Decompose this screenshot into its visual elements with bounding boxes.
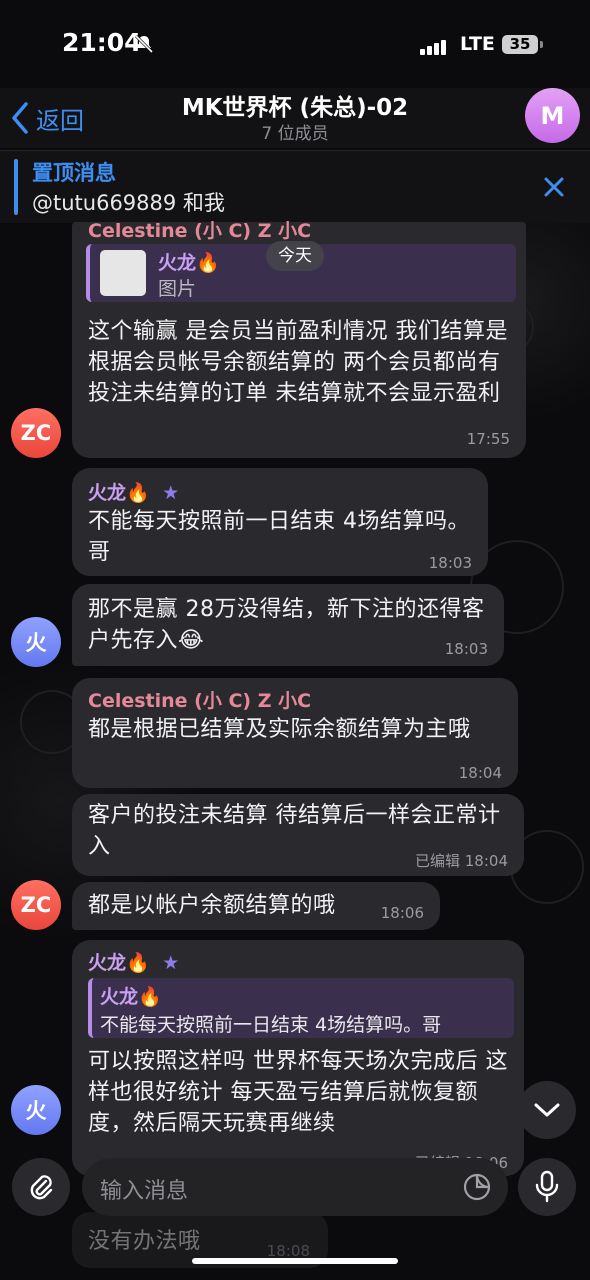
message-time: 18:04 (458, 764, 502, 782)
microphone-button[interactable] (518, 1158, 576, 1216)
group-avatar[interactable]: M (525, 88, 580, 143)
message-text: 可以按照这样吗 世界杯每天场次完成后 这样也很好统计 每天盈亏结算后就恢复额度，… (88, 1049, 508, 1136)
clock: 21:04 (62, 28, 142, 57)
message-text: 这个输赢 是会员当前盈利情况 我们结算是根据会员帐号余额结算的 两个会员都尚有投… (88, 319, 508, 406)
reply-text: 不能每天按照前一日结束 4场结算吗。哥 (100, 1014, 442, 1036)
pinned-message-bar[interactable]: 置顶消息 @tutu669889 和我 (0, 150, 590, 223)
message-bubble[interactable]: 那不是赢 28万没得结，新下注的还得客户先存入😂 18:03 (72, 584, 504, 666)
sender-name-text: 火龙🔥 (88, 952, 150, 974)
message-bubble[interactable]: Celestine (小 C) Z 小C 都是根据已结算及实际余额结算为主哦 1… (72, 678, 518, 788)
message-time: 18:03 (428, 554, 472, 572)
battery-tip (540, 41, 543, 48)
chevron-down-icon (534, 1103, 560, 1117)
sender-name: 火龙🔥 ★ (88, 478, 179, 505)
chat-title[interactable]: MK世界杯 (朱总)-02 (0, 88, 590, 122)
pinned-title: 置顶消息 (32, 161, 116, 185)
message-time: 18:03 (444, 640, 488, 658)
avatar[interactable]: ZC (11, 408, 61, 458)
home-indicator[interactable] (192, 1258, 398, 1264)
message-bubble[interactable]: 火龙🔥 ★ 不能每天按照前一日结束 4场结算吗。哥 18:03 (72, 468, 488, 576)
reply-sender: 火龙🔥 (100, 986, 162, 1008)
message-text: 不能每天按照前一日结束 4场结算吗。哥 (88, 509, 470, 565)
avatar[interactable]: 火 (11, 1085, 61, 1135)
sender-name: Celestine (小 C) Z 小C (88, 690, 312, 712)
sender-name: Celestine (小 C) Z 小C (88, 220, 312, 242)
member-count: 7 位成员 (261, 124, 329, 144)
date-badge: 今天 (266, 241, 324, 271)
sender-name-text: 火龙🔥 (88, 482, 150, 504)
close-icon[interactable] (540, 173, 568, 201)
star-icon: ★ (162, 482, 180, 504)
sender-name: 火龙🔥 ★ (88, 948, 179, 975)
message-time: 17:55 (466, 430, 510, 448)
reply-sender: 火龙🔥 (158, 252, 220, 274)
status-bar: 21:04 LTE 35 (0, 0, 590, 88)
message-bubble[interactable]: 客户的投注未结算 待结算后一样会正常计入 已编辑 18:04 (72, 794, 524, 876)
message-text: 没有办法哦 (88, 1229, 201, 1254)
star-icon: ★ (162, 952, 180, 974)
message-text: 都是根据已结算及实际余额结算为主哦 (88, 717, 471, 742)
input-placeholder: 输入消息 (100, 1179, 189, 1204)
paperclip-icon (30, 1175, 53, 1200)
pinned-text: @tutu669889 和我 (32, 191, 225, 215)
bell-muted-icon (134, 34, 154, 54)
message-text: 都是以帐户余额结算的哦 (88, 893, 336, 918)
reply-image-thumbnail (100, 250, 146, 296)
attach-button[interactable] (12, 1158, 70, 1216)
message-time: 已编辑 18:04 (415, 852, 508, 870)
message-bubble[interactable]: 火龙🔥 ★ 火龙🔥 不能每天按照前一日结束 4场结算吗。哥 可以按照这样吗 世界… (72, 940, 524, 1176)
sticker-icon[interactable] (462, 1172, 492, 1202)
avatar[interactable]: ZC (11, 880, 61, 930)
message-text: 那不是赢 28万没得结，新下注的还得客户先存入😂 (88, 597, 485, 653)
reply-text: 图片 (158, 278, 197, 300)
message-input[interactable]: 输入消息 (82, 1158, 508, 1216)
pin-indicator (14, 159, 18, 215)
scroll-to-bottom-button[interactable] (518, 1081, 576, 1139)
signal-icon (420, 36, 448, 55)
message-time: 18:06 (380, 904, 424, 922)
microphone-icon (535, 1170, 559, 1203)
avatar[interactable]: 火 (11, 617, 61, 667)
message-bubble[interactable]: 都是以帐户余额结算的哦 18:06 (72, 882, 440, 930)
network-type: LTE (460, 33, 495, 55)
battery-icon: 35 (502, 35, 538, 54)
reply-preview[interactable]: 火龙🔥 不能每天按照前一日结束 4场结算吗。哥 (88, 978, 514, 1038)
chat-header: 返回 MK世界杯 (朱总)-02 7 位成员 M (0, 88, 590, 148)
